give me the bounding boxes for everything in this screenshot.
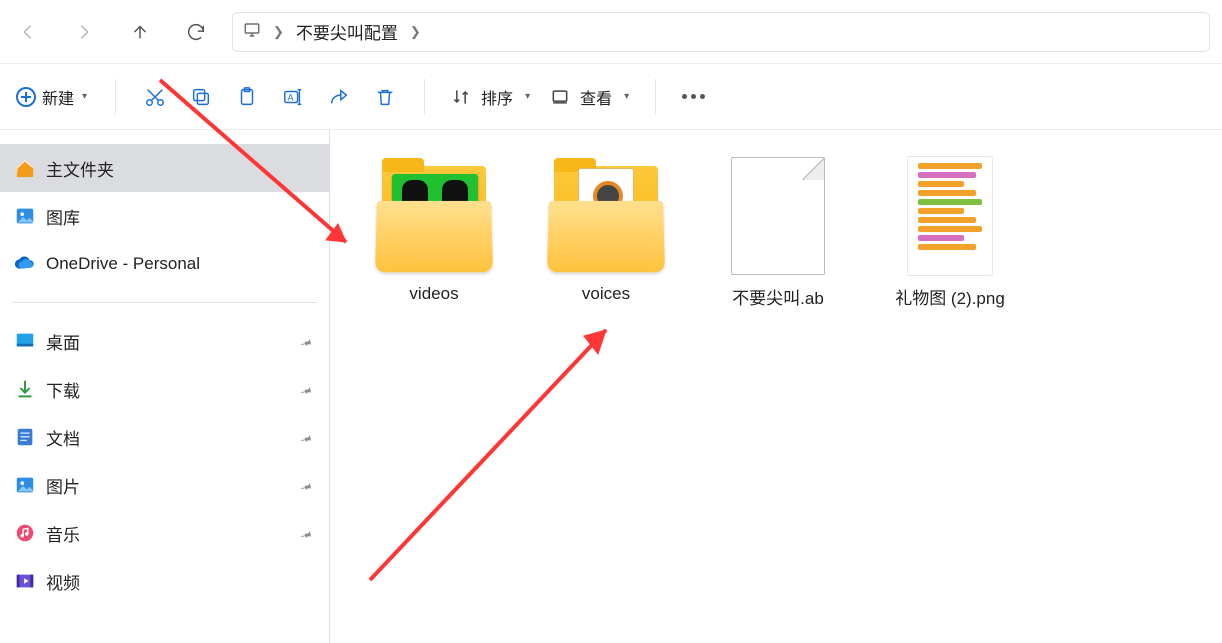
file-label: voices [582, 284, 630, 304]
sidebar-item-label: 文档 [46, 425, 80, 450]
file-label: 礼物图 (2).png [895, 284, 1005, 309]
monitor-icon [243, 21, 261, 43]
file-ab[interactable]: 不要尖叫.ab [714, 158, 842, 309]
pin-icon [299, 479, 313, 499]
sidebar-item-desktop[interactable]: 桌面 [0, 317, 329, 365]
file-icon [718, 158, 838, 274]
sidebar-item-home[interactable]: 主文件夹 [0, 144, 329, 192]
sidebar-item-label: 视频 [46, 569, 80, 594]
toolbar-separator [424, 79, 425, 115]
chevron-right-icon: ❯ [410, 24, 421, 40]
chevron-down-icon: ▾ [624, 91, 629, 102]
file-label: videos [409, 284, 458, 304]
gallery-icon [14, 205, 36, 227]
sidebar-item-label: 下载 [46, 377, 80, 402]
address-bar: ❯ 不要尖叫配置 ❯ [0, 0, 1222, 64]
sidebar-item-label: OneDrive - Personal [46, 254, 200, 274]
sidebar-item-downloads[interactable]: 下载 [0, 365, 329, 413]
breadcrumb-current[interactable]: 不要尖叫配置 [296, 19, 398, 44]
desktop-icon [14, 330, 36, 352]
nav-up-button[interactable] [112, 2, 168, 62]
cut-button[interactable] [132, 74, 178, 120]
sort-label: 排序 [481, 85, 513, 109]
main: 主文件夹 图库 OneDrive - Personal 桌面 [0, 130, 1222, 643]
onedrive-icon [14, 253, 36, 275]
pin-icon [299, 383, 313, 403]
videos-icon [14, 570, 36, 592]
sidebar-item-label: 主文件夹 [46, 156, 114, 181]
plus-circle-icon [16, 87, 36, 107]
file-png[interactable]: 礼物图 (2).png [886, 158, 1014, 309]
chevron-right-icon: ❯ [273, 24, 284, 40]
downloads-icon [14, 378, 36, 400]
toolbar-separator [655, 79, 656, 115]
sidebar-item-label: 图库 [46, 204, 80, 229]
share-button[interactable] [316, 74, 362, 120]
new-button-label: 新建 [42, 85, 74, 109]
view-button[interactable]: 查看 ▾ [540, 79, 639, 115]
view-label: 查看 [580, 85, 612, 109]
toolbar: 新建 ▾ A 排序 ▾ 查看 ▾ [0, 64, 1222, 130]
pictures-icon [14, 474, 36, 496]
documents-icon [14, 426, 36, 448]
sidebar-item-gallery[interactable]: 图库 [0, 192, 329, 240]
chevron-down-icon: ▾ [82, 91, 87, 102]
sidebar-item-documents[interactable]: 文档 [0, 413, 329, 461]
folder-icon [374, 158, 494, 274]
sidebar-item-label: 桌面 [46, 329, 80, 354]
sort-button[interactable]: 排序 ▾ [441, 79, 540, 115]
sidebar-item-pictures[interactable]: 图片 [0, 461, 329, 509]
pin-icon [299, 335, 313, 355]
folder-voices[interactable]: voices [542, 158, 670, 309]
paste-button[interactable] [224, 74, 270, 120]
sidebar-item-music[interactable]: 音乐 [0, 509, 329, 557]
music-icon [14, 522, 36, 544]
pin-icon [299, 431, 313, 451]
nav-forward-button[interactable] [56, 2, 112, 62]
sidebar-item-label: 音乐 [46, 521, 80, 546]
breadcrumb[interactable]: ❯ 不要尖叫配置 ❯ [232, 12, 1210, 52]
sidebar-divider [12, 302, 317, 303]
folder-icon [546, 158, 666, 274]
svg-text:A: A [288, 92, 295, 102]
home-icon [14, 157, 36, 179]
navigation-pane: 主文件夹 图库 OneDrive - Personal 桌面 [0, 130, 330, 643]
new-button[interactable]: 新建 ▾ [4, 79, 99, 115]
pin-icon [299, 527, 313, 547]
toolbar-separator [115, 79, 116, 115]
file-label: 不要尖叫.ab [732, 284, 824, 309]
file-list[interactable]: videos voices 不要尖叫.ab [330, 130, 1222, 643]
image-thumbnail [890, 158, 1010, 274]
more-button[interactable] [672, 94, 715, 99]
sidebar-item-videos[interactable]: 视频 [0, 557, 329, 605]
delete-button[interactable] [362, 74, 408, 120]
chevron-down-icon: ▾ [525, 91, 530, 102]
rename-button[interactable]: A [270, 74, 316, 120]
nav-back-button[interactable] [0, 2, 56, 62]
sidebar-item-label: 图片 [46, 473, 80, 498]
folder-videos[interactable]: videos [370, 158, 498, 309]
nav-refresh-button[interactable] [168, 2, 224, 62]
copy-button[interactable] [178, 74, 224, 120]
sidebar-item-onedrive[interactable]: OneDrive - Personal [0, 240, 329, 288]
